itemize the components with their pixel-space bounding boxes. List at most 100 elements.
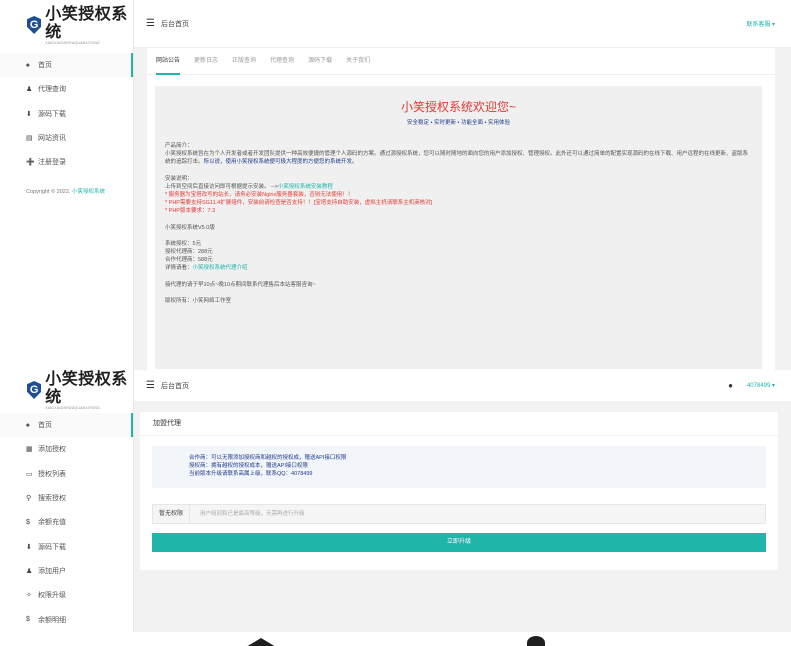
sidebar-item-label: 注册登录	[38, 159, 66, 167]
copyright-link[interactable]: 小笑授权系统	[72, 189, 105, 195]
add-user-icon: ♟	[26, 567, 33, 575]
screenshot-join-agent: G 小笑授权系统 XIAOXIAOSHOUQUANXITONG ♠ 首页 ▦ 添加授…	[0, 370, 791, 632]
sidebar-item-search-auth[interactable]: ⚲ 搜索授权	[0, 486, 133, 510]
contact-service-dropdown[interactable]: 联系客服 ▾	[746, 19, 775, 28]
join-agent-card: 加盟代理 合作商：可以无限添加授权商和越权的授权成，赠送API接口权限 授权商：…	[140, 412, 778, 570]
welcome-heading: 小笑授权系统欢迎您~	[400, 100, 516, 114]
search-icon: ⚲	[26, 495, 32, 503]
home-icon: ♠	[26, 61, 30, 69]
info-line-partner: 合作商：可以无限添加授权商和越权的授权成，赠送API接口权限	[189, 455, 347, 461]
tagline: 安全稳定 • 实时更新 • 功能全面 • 实用体验	[407, 120, 510, 126]
detail-icon: $	[26, 616, 30, 624]
info-line-auth: 授权商：拥有越权的授权成本，赠送API接口权限	[189, 463, 308, 469]
price-system: 系统授权：5元	[165, 240, 202, 247]
sidebar-item-home[interactable]: ♠ 首页	[0, 53, 133, 78]
person-icon	[527, 636, 545, 646]
sidebar-item-label: 首页	[38, 422, 52, 430]
sidebar-item-label: 权限升级	[38, 592, 66, 600]
sidebar-nav: ♠ 首页 ▦ 添加授权 ▭ 授权列表 ⚲ 搜索授权 $ 余额充值 ⬇ 源码下载 ♟ 添加用户 …	[0, 413, 133, 632]
tab-announcement[interactable]: 网站公告	[156, 48, 181, 75]
top-header: ☰ 后台首页 ● 4078499 ▾	[134, 370, 791, 402]
price-partner: 合作代理商：588元	[165, 257, 213, 264]
user-dropdown[interactable]: 4078499 ▾	[747, 382, 775, 389]
hamburger-menu-icon[interactable]: ☰	[146, 380, 155, 391]
version-text: 小笑授权系统V5.0版	[165, 224, 215, 231]
install-guide-link[interactable]: 小笑授权系统安装教程	[278, 184, 333, 190]
list-icon: ▭	[26, 470, 33, 478]
tab-agent-query[interactable]: 代理查询	[270, 48, 294, 75]
tab-about[interactable]: 关于我们	[346, 48, 370, 75]
sidebar-item-download[interactable]: ⬇ 源码下载	[0, 102, 133, 126]
logo[interactable]: G 小笑授权系统 XIAOXIAOSHOUQUANXITONG	[0, 0, 133, 50]
shield-logo-icon: G	[27, 16, 42, 34]
notice-panel: 小笑授权系统欢迎您~ 安全稳定 • 实时更新 • 功能全面 • 实用体验 产品简…	[155, 86, 762, 369]
sidebar-item-auth-list[interactable]: ▭ 授权列表	[0, 462, 133, 486]
sidebar-item-label: 源码下载	[38, 543, 66, 551]
sidebar-item-add-auth[interactable]: ▦ 添加授权	[0, 437, 133, 461]
logo-title: 小笑授权系统	[45, 3, 128, 41]
logo[interactable]: G 小笑授权系统 XIAOXIAOSHOUQUANXITONG	[0, 370, 133, 410]
theme-icon[interactable]: ●	[728, 381, 733, 390]
sidebar: G 小笑授权系统 XIAOXIAOSHOUQUANXITONG ♠ 首页 ▦ 添加授…	[0, 370, 134, 632]
permission-field: 暂无权限 用户组别和已是最高等级，无需再进行升级	[152, 504, 766, 524]
price-agent: 授权代理商：288元	[165, 249, 213, 256]
install-section: 安装说明： 上传到空间后直接访问即可根据提示安装。 -->小笑授权系统安装教程 …	[165, 175, 752, 216]
sidebar: G 小笑授权系统 XIAOXIAOSHOUQUANXITONG ♠ 首页 ♟ 代理查…	[0, 0, 134, 370]
download-icon: ⬇	[26, 110, 32, 118]
sidebar-item-label: 添加用户	[38, 567, 66, 575]
shield-logo-icon: G	[27, 381, 42, 399]
agent-intro-link[interactable]: 小笑授权系统代理介绍	[193, 265, 248, 271]
permission-label: 暂无权限	[152, 504, 190, 524]
logo-subtitle: XIAOXIAOSHOUQUANXITONG	[45, 40, 100, 45]
tab-genuine-check[interactable]: 正版查询	[232, 48, 256, 75]
install-title: 安装说明：	[165, 175, 193, 182]
sidebar-item-add-user[interactable]: ♟ 添加用户	[0, 559, 133, 583]
copyright-text: Copyright © 2022.	[26, 189, 71, 196]
sidebar-item-download[interactable]: ⬇ 源码下载	[0, 534, 133, 558]
intro-link-text: 所以说，使用小笑授权系统便可极大程度的方便您的系统开发。	[203, 159, 358, 166]
pricing-section: 系统授权：5元 授权代理商：288元 合作代理商：588元 详情请看：小笑授权系…	[165, 240, 752, 273]
card-title: 加盟代理	[140, 412, 778, 436]
sidebar-item-register[interactable]: ➕ 注册登录	[0, 150, 133, 174]
upgrade-icon: ✧	[26, 592, 32, 600]
owner-text: 版权所有：小笑网络工作室	[165, 297, 232, 304]
sidebar-item-label: 首页	[38, 62, 52, 70]
sidebar-item-balance-detail[interactable]: $ 余额明细	[0, 607, 133, 631]
page-title: 后台首页	[160, 382, 189, 390]
install-line: 上传到空间后直接访问即可根据提示安装。 -->	[165, 183, 278, 190]
announcement-card: 网站公告 更新日志 正版查询 代理查询 源码下载 关于我们 小笑授权系统欢迎您~…	[147, 48, 775, 370]
sidebar-item-label: 授权列表	[38, 470, 66, 478]
partial-screenshot-strip	[0, 632, 791, 646]
hamburger-menu-icon[interactable]: ☰	[146, 18, 155, 29]
permission-input[interactable]: 用户组别和已是最高等级，无需再进行升级	[190, 504, 766, 524]
install-warning-1: * 服务器为宝塔改写的站长，请务必安装Nginx服务器套装，否则无法使用！！	[165, 192, 354, 199]
sidebar-item-recharge[interactable]: $ 余额充值	[0, 510, 133, 534]
info-line-contact: 当前版本升级请联系高属上级，联系QQ：4078499	[189, 471, 313, 477]
page-title: 后台首页	[160, 20, 189, 28]
upgrade-button[interactable]: 立即升级	[152, 533, 766, 552]
tab-changelog[interactable]: 更新日志	[194, 48, 218, 75]
tab-download[interactable]: 源码下载	[308, 48, 332, 75]
sidebar-item-home[interactable]: ♠ 首页	[0, 413, 133, 438]
house-icon	[247, 638, 275, 646]
download-icon: ⬇	[26, 543, 32, 551]
sidebar-item-news[interactable]: ▤ 网站资讯	[0, 126, 133, 150]
tab-bar: 网站公告 更新日志 正版查询 代理查询 源码下载 关于我们	[147, 48, 775, 75]
install-warning-3: * PHP版本要求：7.3	[165, 208, 216, 215]
sidebar-item-label: 代理查询	[38, 86, 66, 94]
price-details-label: 详情请看：	[165, 265, 193, 272]
news-icon: ▤	[26, 135, 33, 143]
intro-section: 产品简介： 小笑授权系统旨在为个人开发者或者开发团队提供一种高效便捷的管理个人源…	[165, 142, 752, 167]
sidebar-item-upgrade[interactable]: ✧ 权限升级	[0, 583, 133, 607]
sidebar-item-label: 添加授权	[38, 446, 66, 454]
dollar-icon: $	[26, 518, 30, 526]
sidebar-item-agent-query[interactable]: ♟ 代理查询	[0, 77, 133, 101]
sidebar-item-label: 源码下载	[38, 110, 66, 118]
top-header: ☰ 后台首页 联系客服 ▾	[134, 0, 791, 48]
logo-title: 小笑授权系统	[45, 370, 128, 406]
add-auth-icon: ▦	[26, 446, 33, 454]
agent-info-box: 合作商：可以无限添加授权商和越权的授权成，赠送API接口权限 授权商：拥有越权的…	[152, 446, 766, 488]
sidebar-item-label: 网站资讯	[38, 135, 66, 143]
register-icon: ➕	[26, 159, 35, 167]
sidebar-item-label: 搜索授权	[38, 495, 66, 503]
